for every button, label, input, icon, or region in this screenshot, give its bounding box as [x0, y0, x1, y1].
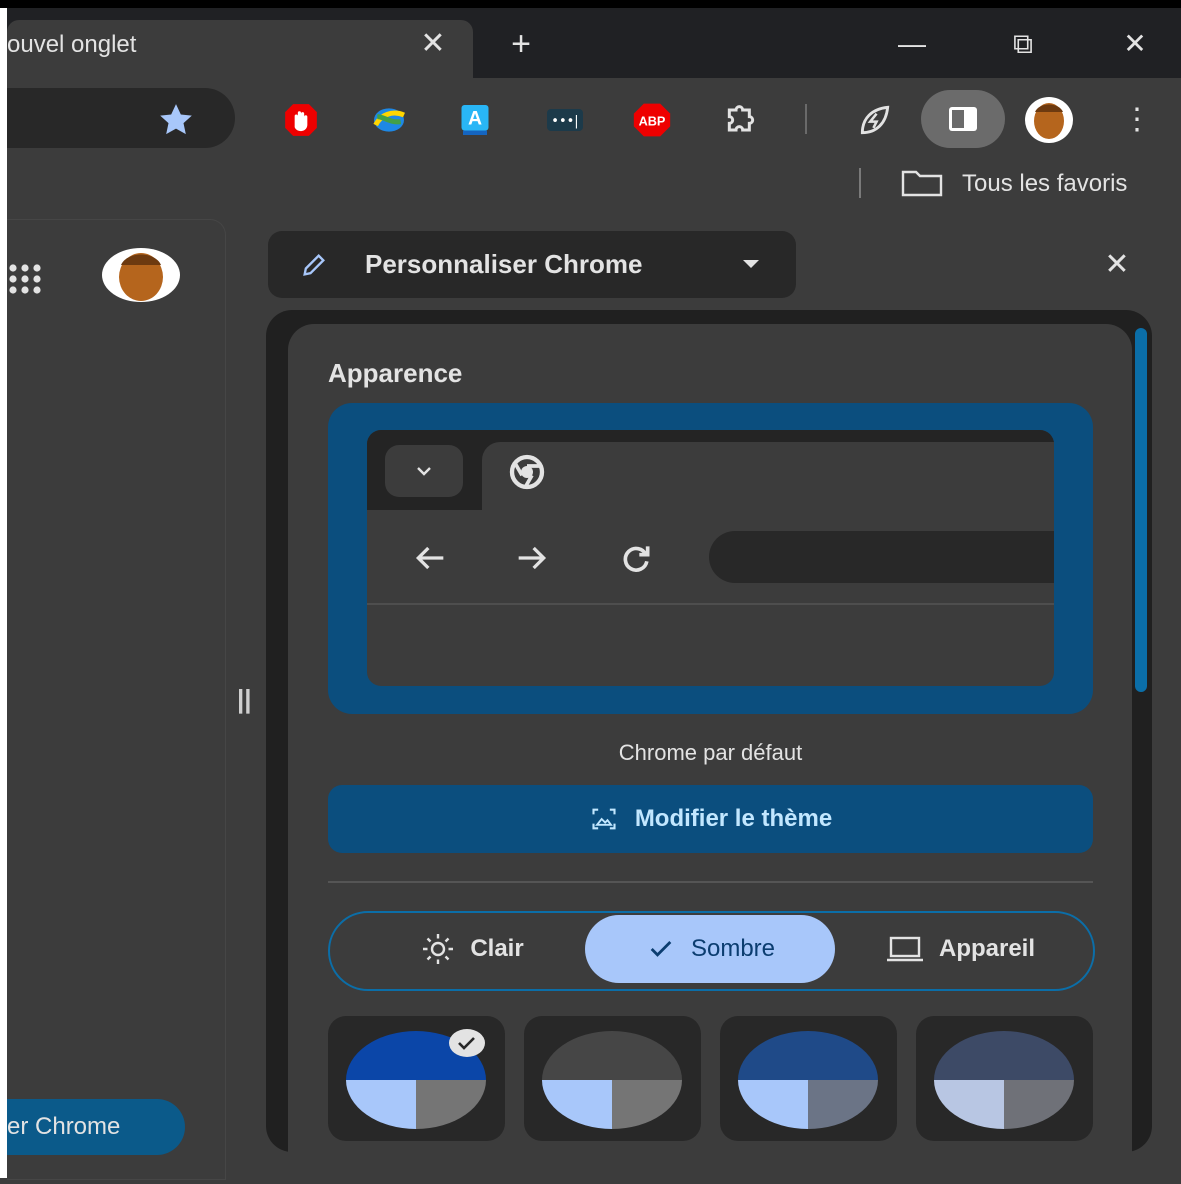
color-swatch-grey[interactable] [524, 1016, 701, 1141]
window-edge [0, 8, 7, 1178]
theme-name: Chrome par défaut [618, 740, 803, 765]
resize-handle-icon[interactable]: || [237, 684, 257, 714]
energy-saver-icon[interactable] [855, 100, 895, 140]
side-panel-icon [949, 107, 977, 131]
swatch-circle [934, 1031, 1074, 1129]
translate-icon[interactable]: A [455, 100, 495, 140]
swatch-circle [738, 1031, 878, 1129]
page-profile-avatar[interactable] [101, 247, 181, 303]
bookmarks-separator [859, 168, 861, 198]
mode-device-label: Appareil [938, 935, 1036, 962]
profile-avatar[interactable] [1023, 96, 1075, 144]
preview-tab-search [385, 445, 463, 497]
svg-text:A: A [468, 108, 482, 130]
image-frame-icon [592, 808, 616, 830]
tab-title: ouvel onglet [7, 31, 137, 58]
new-tab-page [7, 219, 226, 1180]
mode-device-button[interactable]: Appareil [850, 915, 1070, 983]
color-swatch-slate[interactable] [916, 1016, 1093, 1141]
idm-icon[interactable] [369, 100, 409, 140]
customize-chrome-label: er Chrome [7, 1113, 121, 1140]
chrome-logo-icon [505, 452, 549, 492]
pencil-icon [303, 254, 325, 276]
mode-light-label: Clair [470, 935, 524, 962]
section-divider [328, 881, 1093, 883]
laptop-icon [886, 936, 923, 962]
mode-dark-button[interactable]: Sombre [585, 915, 835, 983]
preview-divider [367, 603, 1054, 605]
panel-scrollbar[interactable] [1135, 328, 1147, 692]
selected-check-icon [448, 1028, 486, 1063]
restore-button[interactable]: ⧉ [1000, 22, 1046, 66]
folder-icon[interactable] [900, 168, 944, 198]
back-arrow-icon [408, 538, 452, 578]
new-tab-button[interactable]: + [503, 26, 539, 62]
swatch-circle [542, 1031, 682, 1129]
change-theme-label: Modifier le thème [634, 805, 833, 832]
adblock-hand-icon[interactable] [281, 100, 321, 140]
svg-text:ABP: ABP [639, 113, 666, 128]
google-apps-icon[interactable] [7, 262, 47, 296]
preview-address-bar [709, 531, 1054, 583]
panel-title: Personnaliser Chrome [365, 249, 643, 279]
chevron-down-icon [417, 467, 431, 476]
window-close-button[interactable]: ✕ [1112, 22, 1158, 66]
top-strip [0, 0, 1181, 8]
extensions-puzzle-icon[interactable] [721, 100, 761, 140]
panel-close-button[interactable]: ✕ [1100, 248, 1134, 282]
dropdown-caret-icon [743, 260, 759, 268]
all-bookmarks-label[interactable]: Tous les favoris [962, 170, 1127, 198]
mode-light-button[interactable]: Clair [372, 915, 572, 983]
check-icon [650, 941, 672, 957]
menu-kebab-icon[interactable]: ⋮ [1122, 100, 1152, 140]
appearance-heading: Apparence [328, 358, 463, 388]
reload-icon [614, 538, 658, 578]
svg-text:•••|: •••| [551, 114, 578, 129]
color-swatch-navy[interactable] [720, 1016, 897, 1141]
bookmark-star-icon[interactable] [156, 100, 196, 140]
preview-tab [482, 442, 1054, 512]
forward-arrow-icon [510, 538, 554, 578]
mode-dark-label: Sombre [690, 935, 776, 962]
abp-icon[interactable]: ABP [632, 100, 672, 140]
address-bar[interactable] [7, 88, 235, 148]
change-theme-button[interactable]: Modifier le thème [328, 785, 1093, 853]
tab-close-button[interactable]: ✕ [418, 26, 448, 62]
sun-icon [423, 934, 454, 964]
minimize-button[interactable]: — [889, 22, 935, 66]
toolbar-separator [805, 104, 807, 134]
password-dots-icon[interactable]: •••| [545, 100, 585, 140]
side-panel-button[interactable] [921, 90, 1005, 148]
